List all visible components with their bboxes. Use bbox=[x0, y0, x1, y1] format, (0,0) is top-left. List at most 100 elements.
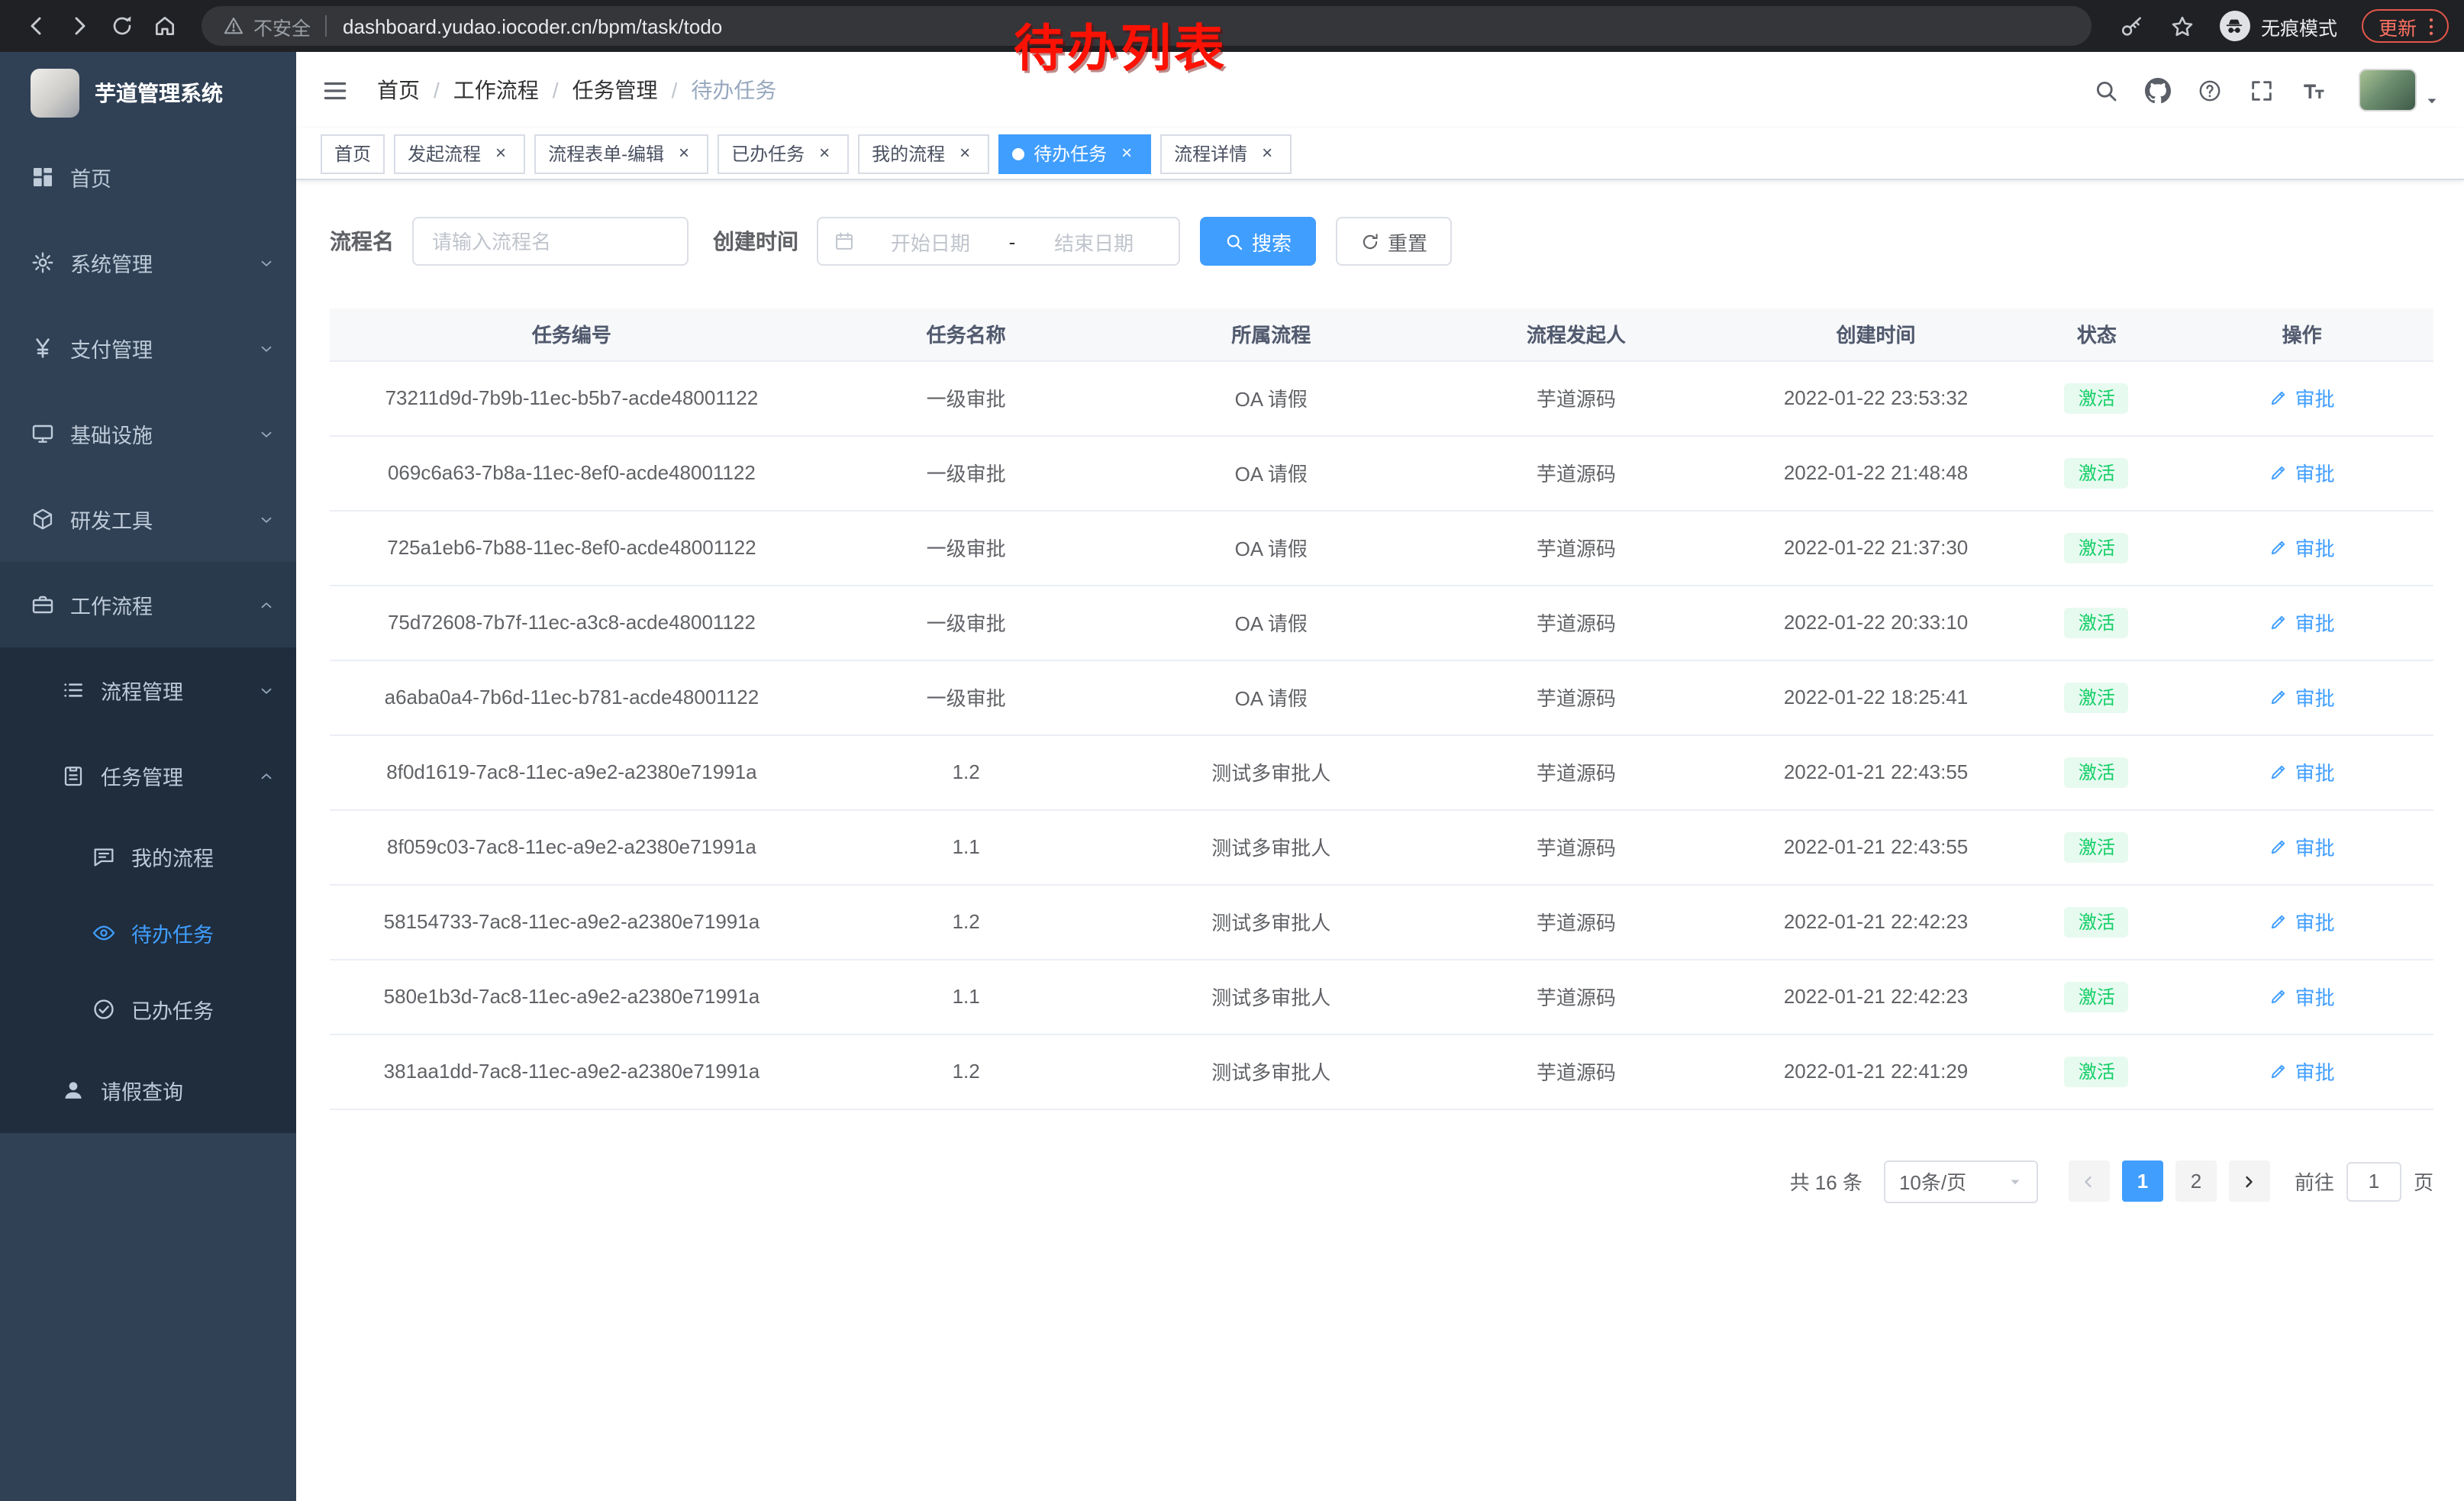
hamburger-icon[interactable] bbox=[321, 76, 350, 105]
search-icon[interactable] bbox=[2093, 77, 2119, 103]
approve-link[interactable]: 审批 bbox=[2269, 982, 2335, 1011]
tab-close-icon[interactable]: × bbox=[490, 143, 511, 164]
password-key-icon[interactable] bbox=[2119, 13, 2145, 39]
sidebar-item-yen[interactable]: 支付管理 bbox=[0, 305, 296, 391]
cell-action: 审批 bbox=[2170, 435, 2433, 510]
update-button[interactable]: 更新 bbox=[2362, 9, 2449, 43]
menu-item-label: 流程管理 bbox=[101, 675, 183, 705]
tab-active[interactable]: 待办任务 × bbox=[998, 134, 1151, 173]
date-range-picker[interactable]: 开始日期 - 结束日期 bbox=[817, 217, 1180, 266]
approve-link[interactable]: 审批 bbox=[2269, 1057, 2335, 1086]
cell-id: 725a1eb6-7b88-11ec-8ef0-acde48001122 bbox=[330, 510, 814, 585]
tab-label: 待办任务 bbox=[1034, 140, 1107, 166]
reload-icon bbox=[110, 14, 134, 38]
browser-forward-button[interactable] bbox=[58, 5, 101, 47]
approve-link[interactable]: 审批 bbox=[2269, 383, 2335, 412]
approve-link[interactable]: 审批 bbox=[2269, 608, 2335, 637]
table-row: 8f059c03-7ac8-11ec-a9e2-a2380e71991a1.1测… bbox=[330, 809, 2433, 884]
browser-reload-button[interactable] bbox=[101, 5, 144, 47]
tab-label: 我的流程 bbox=[872, 140, 945, 166]
tab-close-icon[interactable]: × bbox=[814, 143, 835, 164]
cell-action: 审批 bbox=[2170, 510, 2433, 585]
sidebar-item-gear[interactable]: 系统管理 bbox=[0, 220, 296, 305]
chevron-left-icon bbox=[2080, 1172, 2098, 1190]
cell-status: 激活 bbox=[2023, 360, 2170, 435]
sidebar-item-dashboard[interactable]: 首页 bbox=[0, 134, 296, 220]
github-icon[interactable] bbox=[2145, 77, 2171, 103]
app-logo[interactable]: 芋道管理系统 bbox=[0, 52, 296, 134]
tab-label: 流程详情 bbox=[1174, 140, 1247, 166]
approve-link[interactable]: 审批 bbox=[2269, 683, 2335, 712]
cell-id: 8f0d1619-7ac8-11ec-a9e2-a2380e71991a bbox=[330, 734, 814, 809]
incognito-badge[interactable]: 无痕模式 bbox=[2220, 11, 2337, 41]
status-badge: 激活 bbox=[2065, 607, 2129, 638]
bookmark-star-icon[interactable] bbox=[2169, 13, 2195, 39]
screen: 不安全 dashboard.yudao.iocoder.cn/bpm/task/… bbox=[0, 0, 2464, 1501]
address-bar[interactable]: 不安全 dashboard.yudao.iocoder.cn/bpm/task/… bbox=[202, 6, 2091, 46]
browser-home-button[interactable] bbox=[144, 5, 186, 47]
approve-link[interactable]: 审批 bbox=[2269, 533, 2335, 562]
user-menu[interactable] bbox=[2359, 69, 2440, 111]
cell-initiator: 芋道源码 bbox=[1424, 360, 1729, 435]
avatar-caret-icon bbox=[2424, 93, 2440, 108]
tab-close-icon[interactable]: × bbox=[954, 143, 976, 164]
sidebar-item-eye[interactable]: 待办任务 bbox=[0, 895, 296, 971]
chevron-down-icon bbox=[258, 254, 275, 271]
cell-name: 1.2 bbox=[814, 734, 1119, 809]
approve-link[interactable]: 审批 bbox=[2269, 907, 2335, 936]
breadcrumb-item[interactable]: 任务管理 bbox=[572, 75, 658, 105]
search-button[interactable]: 搜索 bbox=[1200, 217, 1316, 266]
font-size-icon[interactable] bbox=[2301, 77, 2327, 103]
edit-icon bbox=[2269, 837, 2289, 857]
sidebar-item-list[interactable]: 流程管理 bbox=[0, 647, 296, 733]
chat-icon bbox=[92, 844, 116, 869]
cell-process: 测试多审批人 bbox=[1118, 809, 1424, 884]
tab-label: 发起流程 bbox=[408, 140, 481, 166]
tab-close-icon[interactable]: × bbox=[1256, 143, 1278, 164]
omnibox-divider bbox=[324, 15, 326, 37]
edit-icon bbox=[2269, 687, 2289, 707]
cell-initiator: 芋道源码 bbox=[1424, 1034, 1729, 1109]
approve-link[interactable]: 审批 bbox=[2269, 757, 2335, 786]
approve-link[interactable]: 审批 bbox=[2269, 458, 2335, 487]
sidebar-item-clipboard[interactable]: 任务管理 bbox=[0, 733, 296, 818]
approve-link[interactable]: 审批 bbox=[2269, 832, 2335, 861]
sidebar-item-user[interactable]: 请假查询 bbox=[0, 1047, 296, 1133]
breadcrumb-item[interactable]: 首页 bbox=[377, 75, 420, 105]
cell-process: 测试多审批人 bbox=[1118, 734, 1424, 809]
browser-back-button[interactable] bbox=[15, 5, 58, 47]
sidebar-item-cube[interactable]: 研发工具 bbox=[0, 476, 296, 562]
goto-page-input[interactable] bbox=[2346, 1161, 2401, 1201]
tab-item[interactable]: 发起流程 × bbox=[394, 134, 525, 173]
range-separator: - bbox=[1006, 230, 1019, 253]
page-size-select[interactable]: 10条/页 bbox=[1884, 1160, 2038, 1202]
tab-item[interactable]: 流程详情 × bbox=[1160, 134, 1292, 173]
logo-avatar-image bbox=[31, 69, 79, 118]
page-button-2[interactable]: 2 bbox=[2175, 1160, 2217, 1202]
sidebar-item-chat[interactable]: 我的流程 bbox=[0, 818, 296, 895]
sidebar-item-checkcircle[interactable]: 已办任务 bbox=[0, 971, 296, 1047]
help-icon[interactable] bbox=[2197, 77, 2223, 103]
tab-close-icon[interactable]: × bbox=[673, 143, 695, 164]
tab-item[interactable]: 首页 bbox=[321, 134, 385, 173]
process-name-input[interactable] bbox=[412, 217, 689, 266]
next-page-button[interactable] bbox=[2229, 1160, 2270, 1202]
chevron-right-icon bbox=[2240, 1172, 2259, 1190]
page-button-1[interactable]: 1 bbox=[2122, 1160, 2163, 1202]
status-badge: 激活 bbox=[2065, 1056, 2129, 1086]
cell-name: 1.2 bbox=[814, 1034, 1119, 1109]
edit-icon bbox=[2269, 612, 2289, 632]
tab-item[interactable]: 流程表单-编辑× bbox=[534, 134, 708, 173]
cell-initiator: 芋道源码 bbox=[1424, 809, 1729, 884]
tab-item[interactable]: 我的流程 × bbox=[858, 134, 989, 173]
prev-page-button[interactable] bbox=[2069, 1160, 2110, 1202]
tab-close-icon[interactable]: × bbox=[1116, 143, 1137, 164]
reset-button[interactable]: 重置 bbox=[1336, 217, 1452, 266]
sidebar-item-briefcase[interactable]: 工作流程 bbox=[0, 562, 296, 647]
sidebar-item-monitor[interactable]: 基础设施 bbox=[0, 391, 296, 476]
fullscreen-icon[interactable] bbox=[2249, 77, 2275, 103]
breadcrumb-item[interactable]: 工作流程 bbox=[453, 75, 539, 105]
tab-item[interactable]: 已办任务× bbox=[718, 134, 849, 173]
menu-item-label: 基础设施 bbox=[70, 418, 153, 449]
select-caret-icon bbox=[2008, 1173, 2023, 1189]
